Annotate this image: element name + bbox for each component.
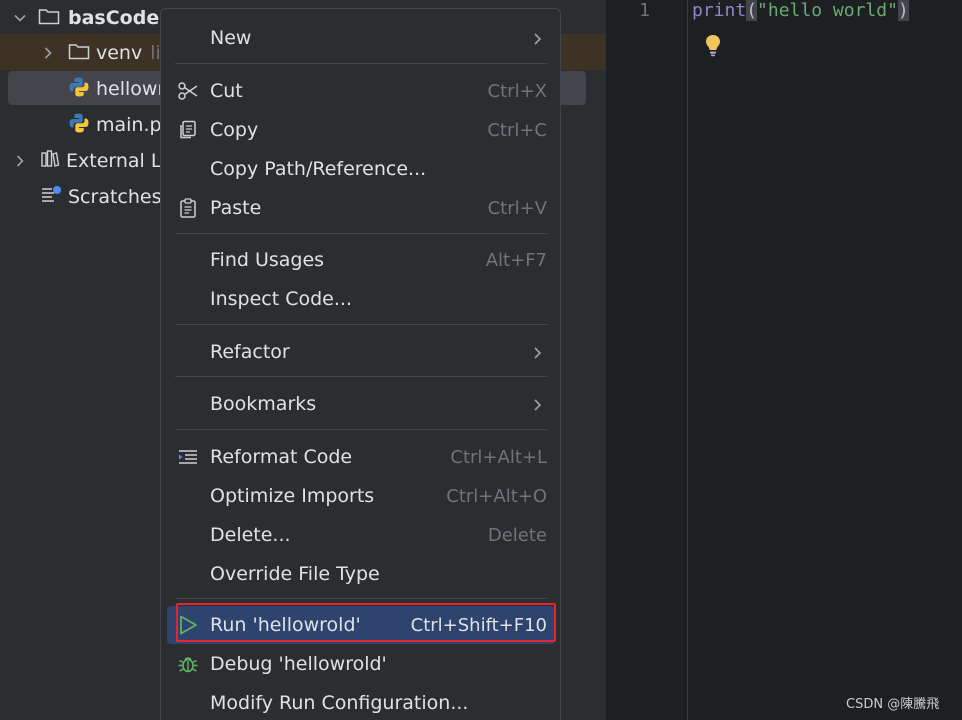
menu-item-label: Debug 'hellowrold' — [210, 653, 387, 675]
menu-item-debug[interactable]: Debug 'hellowrold' — [167, 645, 555, 683]
tree-node-hellowrold[interactable]: hellowr — [68, 71, 165, 107]
menu-item-refactor[interactable]: Refactor — [167, 333, 555, 371]
menu-item-override-file-type[interactable]: Override File Type — [167, 555, 555, 593]
menu-separator — [175, 233, 547, 234]
tree-node-label: basCode — [68, 7, 160, 29]
menu-item-modify-run-configuration[interactable]: Modify Run Configuration... — [167, 684, 555, 720]
menu-item-label: Delete... — [210, 524, 291, 546]
tree-node-main[interactable]: main.py — [68, 107, 173, 143]
code-function: print — [692, 0, 747, 21]
menu-item-label: Reformat Code — [210, 446, 353, 468]
library-icon — [40, 149, 60, 174]
tree-node-label: hellowr — [96, 78, 166, 100]
tree-node-label: External L — [66, 150, 162, 172]
debug-icon — [177, 653, 199, 675]
menu-item-shortcut: Delete — [487, 524, 547, 546]
watermark: CSDN @陳騰飛 — [846, 697, 940, 712]
code-paren-close: ) — [897, 0, 909, 21]
chevron-down-icon[interactable] — [10, 8, 30, 28]
line-number: 1 — [639, 0, 650, 21]
menu-item-cut[interactable]: Cut Ctrl+X — [167, 72, 555, 110]
menu-item-copy-path[interactable]: Copy Path/Reference... — [167, 150, 555, 188]
code-string: "hello world" — [757, 0, 898, 21]
menu-item-label: Bookmarks — [210, 393, 317, 415]
menu-item-optimize-imports[interactable]: Optimize Imports Ctrl+Alt+O — [167, 477, 555, 515]
tree-node-scratches[interactable]: Scratches — [40, 179, 162, 215]
python-file-icon — [68, 112, 90, 139]
menu-item-shortcut: Ctrl+C — [487, 119, 547, 141]
menu-item-shortcut: Ctrl+Alt+L — [450, 446, 547, 468]
folder-icon — [38, 7, 60, 30]
menu-item-copy[interactable]: Copy Ctrl+C — [167, 111, 555, 149]
python-file-icon — [68, 76, 90, 103]
tree-node-external-libraries[interactable]: External L — [10, 143, 161, 179]
tree-node-root[interactable]: basCode — [10, 0, 159, 36]
tree-node-label: venv — [96, 42, 143, 64]
menu-item-label: Paste — [210, 197, 262, 219]
context-menu: New Cut Ctrl+X Copy Ctrl+C Copy Path/Ref… — [160, 8, 561, 720]
menu-item-reformat-code[interactable]: Reformat Code Ctrl+Alt+L — [167, 438, 555, 476]
menu-item-find-usages[interactable]: Find Usages Alt+F7 — [167, 241, 555, 279]
code-paren-open: ( — [746, 0, 758, 21]
menu-item-label: Inspect Code... — [210, 288, 352, 310]
scratches-icon — [40, 185, 62, 210]
chevron-right-icon — [529, 396, 545, 412]
tree-node-label: Scratches — [68, 186, 162, 208]
reformat-icon — [177, 446, 199, 468]
lightbulb-icon[interactable] — [702, 33, 724, 59]
menu-item-shortcut: Alt+F7 — [485, 249, 547, 271]
menu-item-shortcut: Ctrl+X — [487, 80, 547, 102]
tree-node-venv[interactable]: venv li — [38, 35, 161, 71]
menu-item-label: Copy — [210, 119, 259, 141]
menu-item-new[interactable]: New — [167, 19, 555, 57]
menu-item-label: Run 'hellowrold' — [210, 614, 361, 636]
menu-item-shortcut: Ctrl+Alt+O — [446, 485, 547, 507]
menu-item-label: Override File Type — [210, 563, 380, 585]
menu-item-inspect-code[interactable]: Inspect Code... — [167, 280, 555, 318]
code-line[interactable]: print("hello world") — [692, 0, 909, 22]
menu-item-delete[interactable]: Delete... Delete — [167, 516, 555, 554]
clipboard-icon — [177, 197, 199, 219]
menu-item-label: Modify Run Configuration... — [210, 692, 469, 714]
menu-separator — [175, 598, 547, 599]
menu-separator — [175, 376, 547, 377]
menu-item-label: Cut — [210, 80, 243, 102]
code-editor[interactable] — [606, 0, 962, 720]
chevron-right-icon — [529, 344, 545, 360]
menu-item-shortcut: Ctrl+V — [487, 197, 547, 219]
menu-item-label: New — [210, 27, 252, 49]
scissors-icon — [177, 80, 199, 102]
menu-item-bookmarks[interactable]: Bookmarks — [167, 385, 555, 423]
menu-item-label: Copy Path/Reference... — [210, 158, 427, 180]
menu-item-label: Optimize Imports — [210, 485, 375, 507]
menu-separator — [175, 429, 547, 430]
chevron-right-icon[interactable] — [38, 43, 58, 63]
menu-item-label: Refactor — [210, 341, 290, 363]
menu-item-paste[interactable]: Paste Ctrl+V — [167, 189, 555, 227]
chevron-right-icon — [529, 30, 545, 46]
menu-separator — [175, 324, 547, 325]
copy-icon — [177, 119, 199, 141]
menu-item-shortcut: Ctrl+Shift+F10 — [410, 614, 547, 636]
menu-item-label: Find Usages — [210, 249, 325, 271]
run-icon — [177, 614, 199, 636]
menu-separator — [175, 63, 547, 64]
gutter-divider — [687, 0, 688, 720]
folder-icon — [68, 42, 90, 65]
chevron-right-icon[interactable] — [10, 151, 30, 171]
menu-item-run[interactable]: Run 'hellowrold' Ctrl+Shift+F10 — [167, 606, 555, 644]
